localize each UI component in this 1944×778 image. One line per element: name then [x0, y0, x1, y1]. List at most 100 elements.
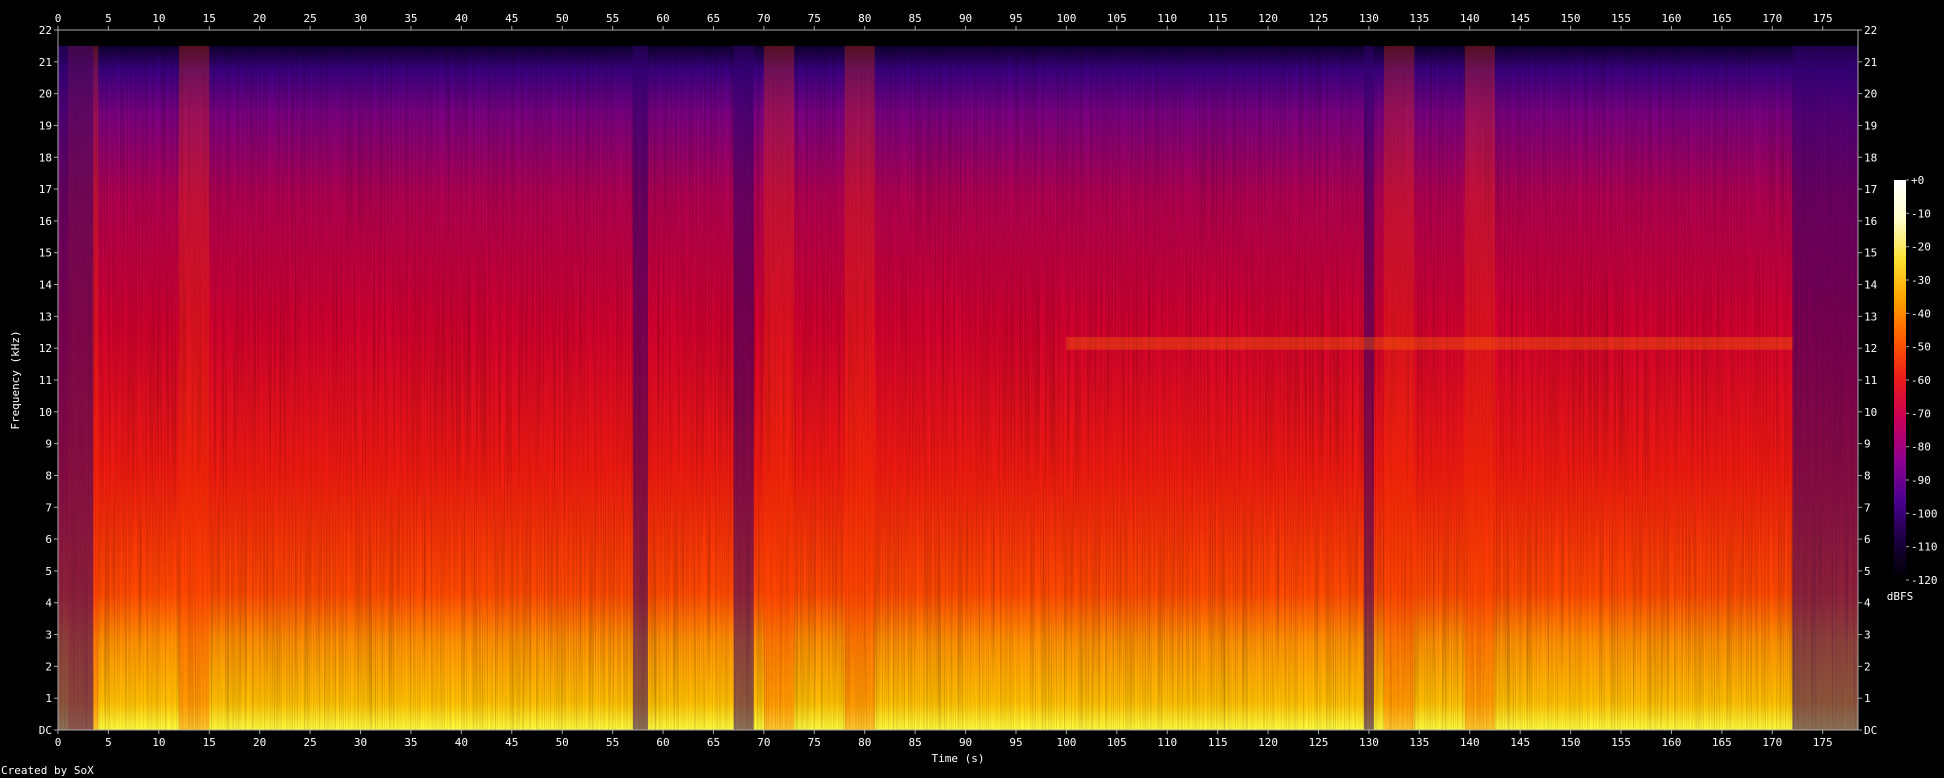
y-tick-label: 1	[1864, 692, 1871, 705]
y-tick-label: 10	[1864, 406, 1877, 419]
x-tick-label: 50	[556, 736, 569, 749]
y-tick-label: 21	[1864, 56, 1877, 69]
x-tick-label: 10	[152, 12, 165, 25]
x-tick-label: 155	[1611, 12, 1631, 25]
x-tick-label: 130	[1359, 12, 1379, 25]
x-tick-label: 5	[105, 736, 112, 749]
colorbar-tick-label: -110	[1911, 541, 1938, 554]
y-tick-label: 6	[45, 533, 52, 546]
x-tick-label: 90	[959, 12, 972, 25]
y-tick-label: 16	[39, 215, 52, 228]
y-tick-label: 10	[39, 406, 52, 419]
x-tick-label: 115	[1208, 736, 1228, 749]
y-tick-label: 3	[1864, 629, 1871, 642]
x-tick-label: 120	[1258, 12, 1278, 25]
x-tick-label: 15	[203, 736, 216, 749]
colorbar-label: dBFS	[1887, 590, 1914, 603]
y-tick-label: 6	[1864, 533, 1871, 546]
y-tick-label: 2	[45, 660, 52, 673]
x-tick-label: 25	[303, 736, 316, 749]
quiet-segment	[58, 45, 94, 730]
colorbar-tick-label: -10	[1911, 207, 1931, 220]
x-tick-label: 80	[858, 736, 871, 749]
x-tick-label: 45	[505, 12, 518, 25]
y-tick-label: 17	[1864, 183, 1877, 196]
y-tick-label: 17	[39, 183, 52, 196]
x-tick-label: 100	[1056, 12, 1076, 25]
y-tick-label: 11	[39, 374, 52, 387]
y-axis-right: DC12345678910111213141516171819202122	[1858, 24, 1878, 737]
x-tick-label: 125	[1309, 12, 1329, 25]
x-tick-label: 5	[105, 12, 112, 25]
y-tick-label: 16	[1864, 215, 1877, 228]
y-tick-label: DC	[39, 724, 52, 737]
spectrum-streak-texture	[58, 45, 1858, 730]
x-tick-label: 50	[556, 12, 569, 25]
y-tick-label: DC	[1864, 724, 1877, 737]
x-tick-label: 55	[606, 12, 619, 25]
y-tick-label: 19	[39, 119, 52, 132]
y-tick-label: 4	[1864, 597, 1871, 610]
x-tick-label: 135	[1409, 736, 1429, 749]
x-tick-label: 15	[203, 12, 216, 25]
y-tick-label: 22	[1864, 24, 1877, 37]
y-axis-left: DC12345678910111213141516171819202122	[39, 24, 58, 737]
x-tick-label: 165	[1712, 12, 1732, 25]
x-tick-label: 20	[253, 736, 266, 749]
colorbar-tick-label: +0	[1911, 174, 1924, 187]
y-tick-label: 20	[39, 88, 52, 101]
x-tick-label: 90	[959, 736, 972, 749]
quiet-segment	[632, 45, 648, 730]
quiet-segment	[733, 45, 754, 730]
x-tick-label: 155	[1611, 736, 1631, 749]
x-tick-label: 110	[1157, 12, 1177, 25]
y-tick-label: 3	[45, 629, 52, 642]
bright-burst	[1384, 45, 1415, 730]
y-tick-label: 20	[1864, 88, 1877, 101]
y-tick-label: 4	[45, 597, 52, 610]
plot-area	[58, 30, 1858, 730]
x-tick-label: 65	[707, 12, 720, 25]
x-tick-label: 55	[606, 736, 619, 749]
y-tick-label: 9	[45, 438, 52, 451]
x-tick-label: 170	[1762, 12, 1782, 25]
x-tick-label: 140	[1460, 12, 1480, 25]
x-tick-label: 85	[909, 736, 922, 749]
colorbar-tick-label: -20	[1911, 241, 1931, 254]
y-tick-label: 7	[1864, 501, 1871, 514]
x-tick-label: 140	[1460, 736, 1480, 749]
x-tick-label: 175	[1813, 736, 1833, 749]
x-tick-label: 60	[656, 736, 669, 749]
quiet-segment	[1792, 45, 1858, 730]
y-tick-label: 9	[1864, 438, 1871, 451]
x-tick-label: 105	[1107, 736, 1127, 749]
x-tick-label: 25	[303, 12, 316, 25]
x-tick-label: 20	[253, 12, 266, 25]
x-tick-label: 150	[1561, 12, 1581, 25]
colorbar-tick-label: -50	[1911, 341, 1931, 354]
quiet-segment	[1363, 45, 1374, 730]
x-tick-label: 175	[1813, 12, 1833, 25]
bright-burst	[179, 45, 210, 730]
colorbar: +0 -10 -20 -30 -40 -50 -60 -70 -80 -90 -100 -110 -12…	[1887, 174, 1938, 603]
x-tick-label: 45	[505, 736, 518, 749]
colorbar-tick-label: -40	[1911, 307, 1931, 320]
x-tick-label: 110	[1157, 736, 1177, 749]
x-tick-label: 70	[757, 736, 770, 749]
y-tick-label: 5	[1864, 565, 1871, 578]
y-tick-label: 13	[1864, 310, 1877, 323]
x-tick-label: 100	[1056, 736, 1076, 749]
bright-burst	[763, 45, 795, 730]
x-tick-label: 10	[152, 736, 165, 749]
x-tick-label: 95	[1009, 736, 1022, 749]
x-tick-label: 30	[354, 736, 367, 749]
x-tick-label: 35	[404, 12, 417, 25]
colorbar-tick-label: -90	[1911, 474, 1931, 487]
colorbar-tick-label: -120	[1911, 574, 1938, 587]
colorbar-tick-label: -70	[1911, 407, 1931, 420]
x-tick-label: 40	[455, 736, 468, 749]
x-tick-label: 30	[354, 12, 367, 25]
y-axis-label: Frequency (kHz)	[9, 330, 22, 429]
x-tick-label: 120	[1258, 736, 1278, 749]
x-tick-label: 40	[455, 12, 468, 25]
